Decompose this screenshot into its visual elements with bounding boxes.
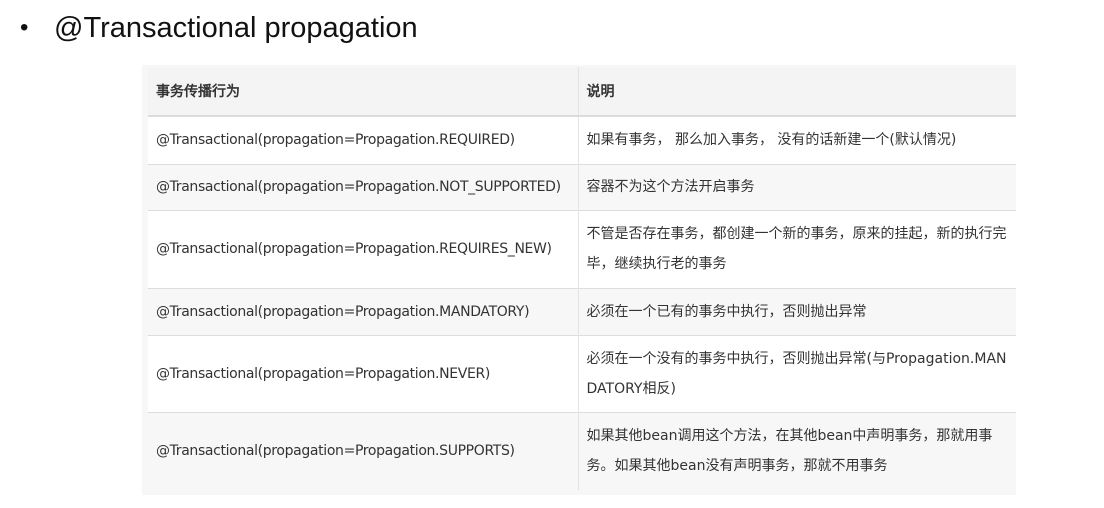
slide-heading: • @Transactional propagation: [20, 8, 418, 48]
propagation-table: 事务传播行为 说明 @Transactional(propagation=Pro…: [148, 67, 1016, 490]
behavior-cell: @Transactional(propagation=Propagation.R…: [148, 115, 579, 164]
behavior-cell: @Transactional(propagation=Propagation.S…: [148, 411, 579, 490]
table-row: @Transactional(propagation=Propagation.S…: [148, 411, 1016, 490]
table-row: @Transactional(propagation=Propagation.R…: [148, 115, 1016, 164]
description-cell: 必须在一个已有的事务中执行，否则抛出异常: [578, 287, 1016, 335]
behavior-cell: @Transactional(propagation=Propagation.M…: [148, 287, 579, 335]
behavior-cell: @Transactional(propagation=Propagation.N…: [148, 334, 579, 412]
table-row: @Transactional(propagation=Propagation.N…: [148, 334, 1016, 412]
heading-text: @Transactional propagation: [54, 11, 418, 44]
header-description: 说明: [578, 67, 1016, 117]
header-behavior: 事务传播行为: [148, 67, 579, 117]
description-cell: 如果有事务， 那么加入事务， 没有的话新建一个(默认情况): [578, 115, 1016, 164]
table-row: @Transactional(propagation=Propagation.M…: [148, 287, 1016, 335]
propagation-table-image: 事务传播行为 说明 @Transactional(propagation=Pro…: [142, 65, 1016, 495]
description-cell: 如果其他bean调用这个方法，在其他bean中声明事务，那就用事务。如果其他be…: [578, 411, 1016, 490]
description-cell: 必须在一个没有的事务中执行，否则抛出异常(与Propagation.MANDAT…: [578, 334, 1016, 412]
description-cell: 容器不为这个方法开启事务: [578, 163, 1016, 210]
behavior-cell: @Transactional(propagation=Propagation.R…: [148, 209, 579, 288]
description-cell: 不管是否存在事务，都创建一个新的事务，原来的挂起，新的执行完毕，继续执行老的事务: [578, 209, 1016, 288]
bullet-point: •: [20, 14, 29, 41]
behavior-cell: @Transactional(propagation=Propagation.N…: [148, 163, 579, 210]
table-header-row: 事务传播行为 说明: [148, 67, 1016, 117]
table-row: @Transactional(propagation=Propagation.N…: [148, 163, 1016, 210]
table-row: @Transactional(propagation=Propagation.R…: [148, 209, 1016, 288]
